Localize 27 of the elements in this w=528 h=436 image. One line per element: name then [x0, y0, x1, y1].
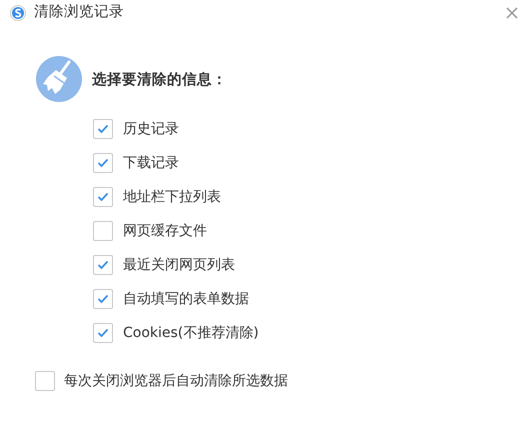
checkmark-icon	[97, 192, 109, 202]
checkmark-icon	[97, 260, 109, 270]
checkbox[interactable]	[93, 221, 113, 241]
checkbox[interactable]	[93, 187, 113, 207]
checkbox-label[interactable]: Cookies(不推荐清除)	[123, 322, 259, 344]
checkmark-icon	[97, 158, 109, 168]
checkmark-icon	[97, 124, 109, 134]
checkbox[interactable]	[93, 153, 113, 173]
checkbox-label[interactable]: 下载记录	[123, 152, 179, 174]
close-button[interactable]	[506, 4, 518, 22]
checkmark-icon	[97, 294, 109, 304]
checkbox-label[interactable]: 地址栏下拉列表	[123, 186, 221, 208]
checkbox[interactable]	[93, 323, 113, 343]
checkbox-label[interactable]: 自动填写的表单数据	[123, 288, 249, 310]
checkbox[interactable]	[93, 119, 113, 139]
checkbox-label[interactable]: 最近关闭网页列表	[123, 254, 235, 276]
checkbox-label[interactable]: 每次关闭浏览器后自动清除所选数据	[64, 370, 288, 392]
checkmark-icon	[97, 328, 109, 338]
browser-logo-icon	[10, 5, 26, 21]
window-title: 清除浏览记录	[34, 3, 124, 22]
checkbox[interactable]	[93, 255, 113, 275]
section-heading: 选择要清除的信息：	[92, 70, 227, 90]
checkbox[interactable]	[35, 371, 55, 391]
checkbox-label[interactable]: 网页缓存文件	[123, 220, 207, 242]
checkbox-label[interactable]: 历史记录	[123, 118, 179, 140]
checkbox[interactable]	[93, 289, 113, 309]
broom-icon	[36, 56, 82, 102]
